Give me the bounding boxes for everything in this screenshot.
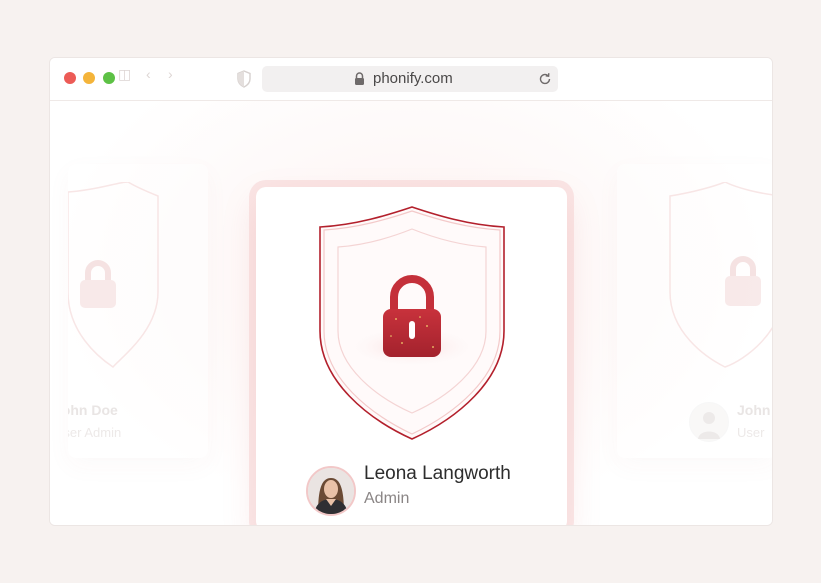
person-icon [698, 412, 720, 439]
address-bar[interactable]: phonify.com [262, 66, 558, 92]
user-role: Admin [364, 490, 410, 507]
padlock-icon [80, 260, 116, 308]
user-photo [308, 468, 354, 514]
page-content: John Doe User Admin John User [50, 101, 772, 525]
avatar [689, 402, 729, 442]
browser-toolbar: ◫ ‹ › phonify.com [50, 58, 772, 101]
minimize-window-button[interactable] [83, 72, 95, 84]
user-name: John [737, 402, 771, 418]
user-card-left[interactable]: John Doe User Admin [68, 164, 208, 458]
lock-icon [355, 72, 364, 85]
security-shield-icon [319, 206, 505, 440]
user-name: Leona Langworth [364, 463, 511, 484]
shield-icon[interactable] [236, 70, 252, 88]
back-icon[interactable]: ‹ [146, 66, 151, 82]
user-name: John Doe [68, 402, 118, 418]
url-text: phonify.com [373, 70, 453, 87]
user-card-right[interactable]: John User [617, 164, 772, 458]
reload-icon[interactable] [538, 72, 552, 86]
user-card-main[interactable]: Leona Langworth Admin [256, 187, 567, 525]
avatar [306, 466, 356, 516]
close-window-button[interactable] [64, 72, 76, 84]
user-role: User Admin [68, 425, 122, 440]
maximize-window-button[interactable] [103, 72, 115, 84]
sidebar-icon[interactable]: ◫ [118, 66, 131, 83]
forward-icon[interactable]: › [168, 66, 173, 82]
user-role: User [737, 425, 765, 440]
padlock-icon [725, 256, 761, 306]
browser-window: ◫ ‹ › phonify.com hn Doe er Admin John U… [49, 57, 773, 526]
